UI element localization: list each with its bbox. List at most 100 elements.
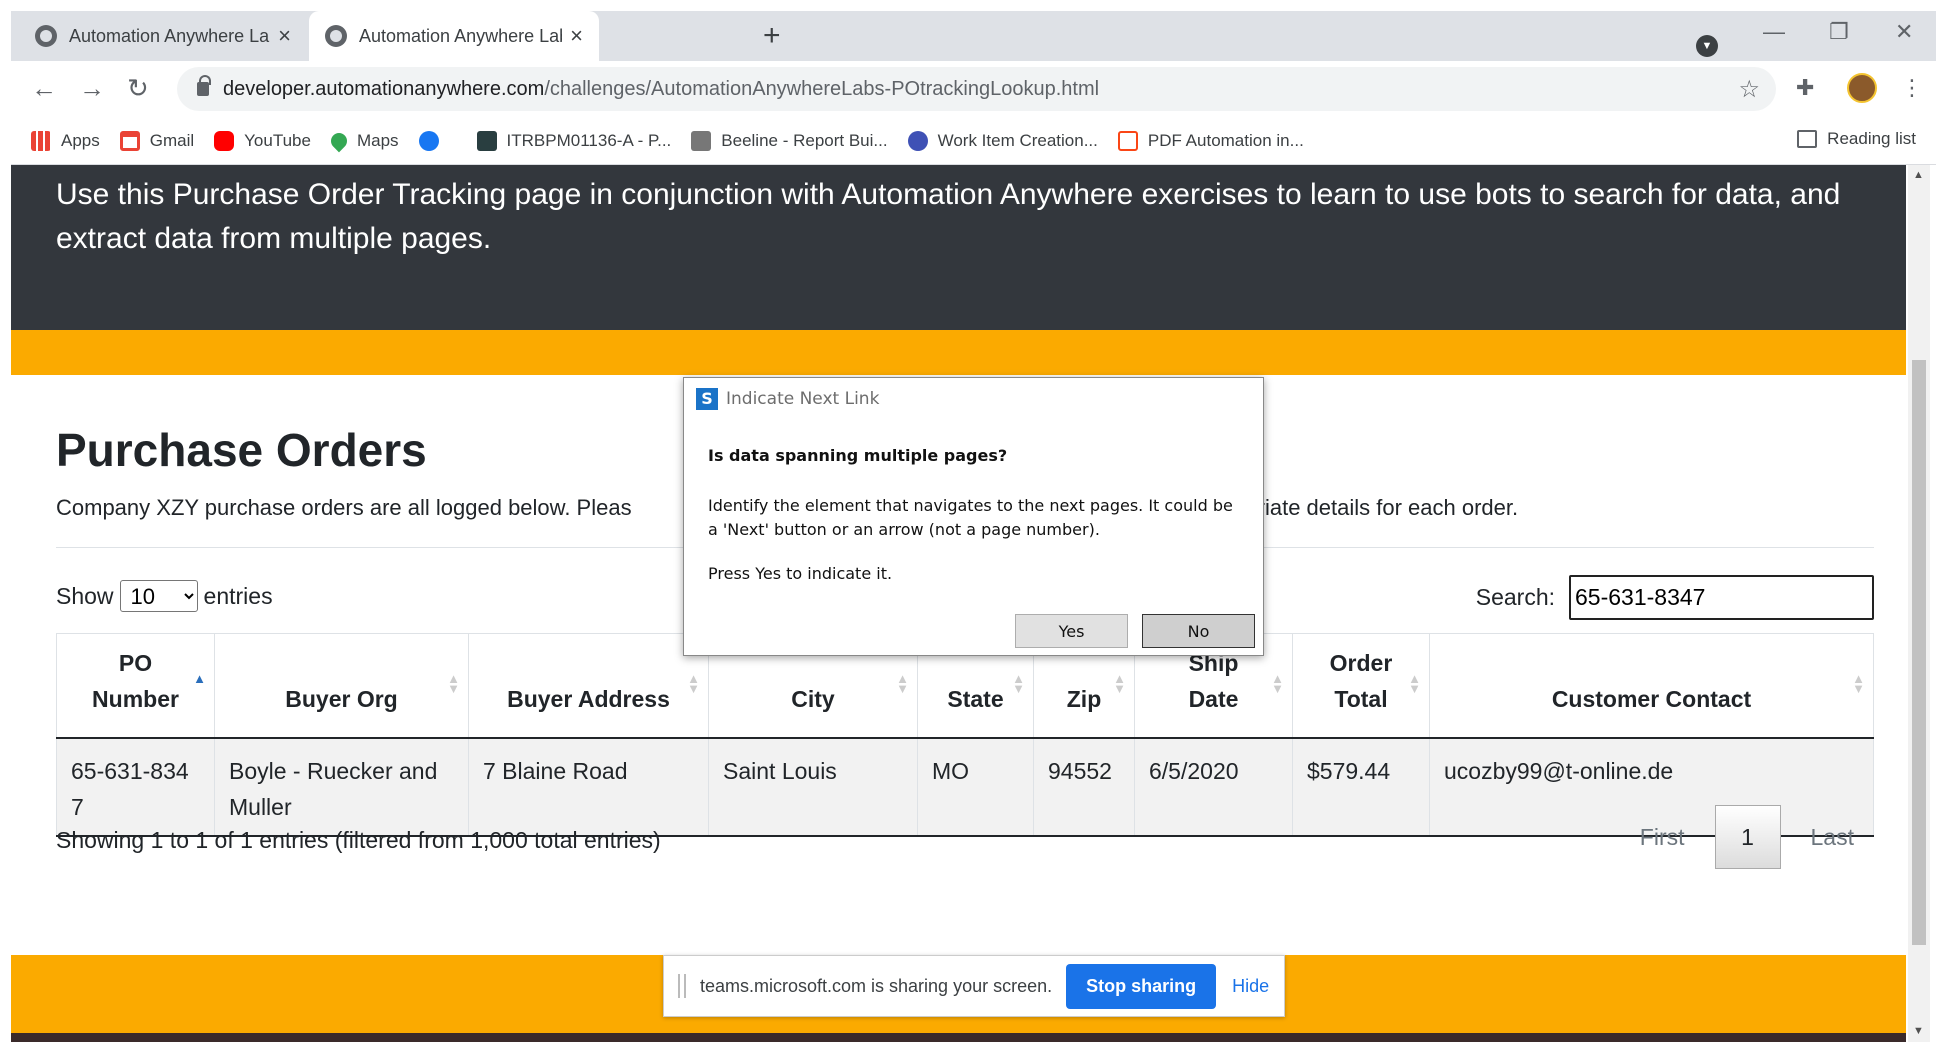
column-header-customer-contact[interactable]: Customer Contact ▲ ▼ [1429, 633, 1874, 739]
cell-ship-date: 6/5/2020 [1134, 737, 1293, 837]
cell-zip: 94552 [1033, 737, 1135, 837]
reading-list-label: Reading list [1827, 129, 1916, 148]
tab-support[interactable]: Automation Anywhere Labs - Sup × [19, 11, 307, 61]
yes-button[interactable]: Yes [1015, 614, 1128, 648]
column-header-buyer-address[interactable]: Buyer Address ▲ ▼ [468, 633, 709, 739]
table-info: Showing 1 to 1 of 1 entries (filtered fr… [56, 827, 661, 853]
no-button[interactable]: No [1142, 614, 1255, 648]
uipath-icon [1117, 130, 1138, 151]
column-label: Total [1334, 685, 1388, 712]
pagination: First 1 Last [1620, 805, 1874, 869]
restore-icon[interactable]: ❐ [1829, 19, 1849, 45]
hero-text: Use this Purchase Order Tracking page in… [56, 178, 1841, 255]
column-label: PO [118, 649, 153, 676]
extensions-icon[interactable]: ✚ [1796, 75, 1814, 101]
close-icon[interactable]: × [278, 23, 291, 49]
reading-list-icon [1797, 130, 1818, 148]
page-scrollbar[interactable]: ▲ ▼ [1908, 165, 1930, 1042]
sort-asc-icon: ▲ [193, 671, 206, 686]
dialog-body: Identify the element that navigates to t… [708, 496, 1233, 539]
bookmark-label: Gmail [149, 130, 195, 150]
bookmark-beeline[interactable]: Beeline - Report Bui... [691, 130, 888, 151]
bookmark-gmail[interactable]: Gmail [119, 130, 195, 151]
column-header-buyer-org[interactable]: Buyer Org ▲ ▼ [214, 633, 469, 739]
sort-icon: ▲ ▼ [1271, 671, 1284, 696]
work-item-icon [907, 130, 928, 151]
column-label: Zip [1066, 685, 1102, 712]
indicate-next-link-dialog: S Indicate Next Link Is data spanning mu… [683, 377, 1264, 656]
url-path: /challenges/AutomationAnywhereLabs-POtra… [544, 77, 1100, 100]
column-header-order-total[interactable]: Order Total ▲ ▼ [1292, 633, 1430, 739]
bookmark-pdf-automation[interactable]: PDF Automation in... [1117, 130, 1304, 151]
column-label: Customer Contact [1551, 685, 1752, 712]
menu-kebab-icon[interactable]: ⋮ [1901, 75, 1923, 101]
sort-icon: ▲ ▼ [1408, 671, 1421, 696]
dialog-titlebar: S Indicate Next Link [696, 388, 879, 410]
address-bar[interactable]: developer.automationanywhere.com/challen… [177, 67, 1776, 111]
reload-icon[interactable]: ↻ [127, 73, 149, 104]
forward-icon[interactable]: → [79, 73, 105, 104]
close-icon[interactable]: × [570, 23, 583, 49]
new-tab-icon[interactable]: + [763, 19, 781, 53]
close-window-icon[interactable]: ✕ [1895, 19, 1913, 45]
pager-current-page[interactable]: 1 [1714, 805, 1781, 869]
cell-po-number: 65-631-8347 [56, 737, 215, 837]
bookmark-facebook[interactable] [418, 130, 457, 151]
bookmark-star-icon[interactable]: ☆ [1738, 75, 1760, 104]
bookmark-youtube[interactable]: YouTube [214, 130, 311, 151]
bookmark-work-item[interactable]: Work Item Creation... [907, 130, 1098, 151]
tab-search-icon[interactable]: ▼ [1696, 35, 1718, 57]
globe-icon [325, 25, 347, 47]
cell-order-total: $579.44 [1292, 737, 1430, 837]
entries-label: entries [203, 582, 273, 609]
automation-app-icon: S [696, 388, 718, 410]
search-control: Search: [1476, 575, 1874, 620]
sort-icon: ▲ ▼ [447, 671, 460, 696]
minimize-icon[interactable]: — [1763, 19, 1785, 45]
sort-icon: ▲ ▼ [896, 671, 909, 696]
lock-icon [197, 75, 211, 96]
search-label: Search: [1475, 584, 1555, 610]
sort-icon: ▲ ▼ [1852, 671, 1865, 696]
toolbar: ← → ↻ developer.automationanywhere.com/c… [11, 61, 1936, 117]
column-label: Buyer Address [507, 685, 670, 712]
dialog-question: Is data spanning multiple pages? [708, 446, 1008, 465]
stop-sharing-button[interactable]: Stop sharing [1066, 963, 1217, 1009]
bookmark-apps[interactable]: Apps [31, 130, 100, 151]
drag-handle-icon[interactable] [678, 974, 686, 998]
hide-button[interactable]: Hide [1232, 976, 1269, 997]
back-icon[interactable]: ← [31, 73, 57, 104]
pager-last[interactable]: Last [1791, 812, 1874, 863]
tab-po-tracking[interactable]: Automation Anywhere Labs - PO × [309, 11, 599, 61]
youtube-icon [214, 130, 235, 151]
column-header-po-number[interactable]: PO Number ▲ [56, 633, 215, 739]
bookmark-label: ITRBPM01136-A - P... [506, 130, 672, 150]
pager-first[interactable]: First [1620, 812, 1705, 863]
scroll-up-icon[interactable]: ▲ [1913, 169, 1924, 181]
maps-pin-icon [327, 129, 351, 152]
bookmark-label: Work Item Creation... [937, 130, 1098, 150]
tab-title: Automation Anywhere Labs - Sup [69, 25, 270, 46]
bookmark-maps[interactable]: Maps [327, 129, 399, 152]
facebook-icon [418, 130, 439, 151]
apps-grid-icon [31, 130, 51, 151]
page-size-control: Show 10 entries [56, 580, 273, 612]
dialog-title: Indicate Next Link [726, 389, 880, 409]
intro-text-left: Company XZY purchase orders are all logg… [56, 495, 632, 520]
page-size-select[interactable]: 10 [119, 580, 198, 612]
cell-state: MO [917, 737, 1034, 837]
scrollbar-thumb[interactable] [1912, 360, 1926, 945]
sort-icon: ▲ ▼ [1012, 671, 1025, 696]
scroll-down-icon[interactable]: ▼ [1913, 1025, 1924, 1037]
column-label: Buyer Org [285, 685, 398, 712]
bookmark-label: Beeline - Report Bui... [721, 130, 888, 150]
reading-list-button[interactable]: Reading list [1797, 129, 1916, 149]
beeline-icon [691, 130, 712, 151]
cell-city: Saint Louis [708, 737, 918, 837]
tab-title: Automation Anywhere Labs - PO [359, 25, 562, 46]
avatar[interactable] [1847, 73, 1877, 103]
screen-share-bar: teams.microsoft.com is sharing your scre… [663, 955, 1285, 1017]
bookmark-itrbpm[interactable]: ITRBPM01136-A - P... [476, 130, 672, 151]
search-input[interactable] [1569, 575, 1874, 620]
tab-strip: Automation Anywhere Labs - Sup × Automat… [11, 11, 1936, 61]
